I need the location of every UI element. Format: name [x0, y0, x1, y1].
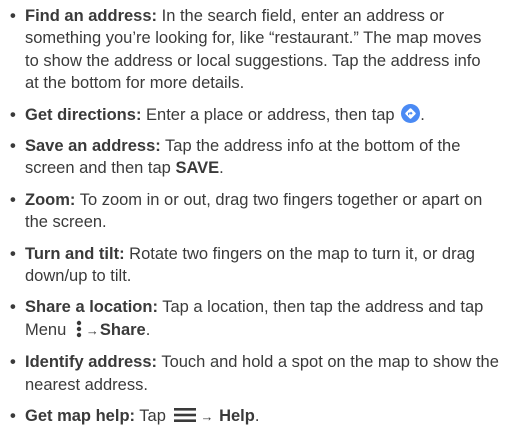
- item-term: Share a location:: [25, 298, 158, 317]
- item-text-after: .: [420, 105, 425, 124]
- list-item-zoom: Zoom: To zoom in or out, drag two finger…: [10, 189, 505, 234]
- list-item-get-directions: Get directions: Enter a place or address…: [10, 103, 505, 126]
- item-text: Tap: [135, 407, 171, 426]
- list-item-save-address: Save an address: Tap the address info at…: [10, 135, 505, 180]
- item-term: Zoom:: [25, 190, 76, 209]
- help-label: Help: [219, 407, 255, 426]
- item-term: Identify address:: [25, 353, 158, 372]
- arrow-icon: →: [200, 409, 214, 425]
- item-text-after: .: [254, 407, 260, 426]
- list-item-find-address: Find an address: In the search field, en…: [10, 5, 495, 95]
- item-term: Turn and tilt:: [25, 244, 125, 263]
- arrow-icon: →: [85, 322, 99, 338]
- item-text: Enter a place or address, then tap: [141, 105, 400, 124]
- hamburger-menu-icon: [173, 406, 196, 423]
- share-label: Share: [99, 320, 146, 339]
- save-label: SAVE: [175, 159, 220, 178]
- item-text-after: .: [219, 159, 224, 178]
- item-term: Get map help:: [25, 407, 136, 426]
- instruction-list: Find an address: In the search field, en…: [10, 5, 505, 438]
- item-text-after: .: [145, 320, 151, 339]
- menu-dots-icon: [75, 320, 83, 338]
- list-item-share-location: Share a location: Tap a location, then t…: [10, 296, 505, 342]
- list-item-turn-and-tilt: Turn and tilt: Rotate two fingers on the…: [10, 243, 495, 288]
- list-item-identify-address: Identify address: Touch and hold a spot …: [10, 351, 505, 396]
- directions-icon: [401, 103, 421, 123]
- item-term: Find an address:: [25, 7, 158, 25]
- list-item-get-map-help: Get map help: Tap → Help.: [10, 405, 505, 428]
- item-text: To zoom in or out, drag two fingers toge…: [25, 190, 483, 232]
- item-term: Save an address:: [25, 137, 161, 156]
- item-term: Get directions:: [25, 105, 142, 124]
